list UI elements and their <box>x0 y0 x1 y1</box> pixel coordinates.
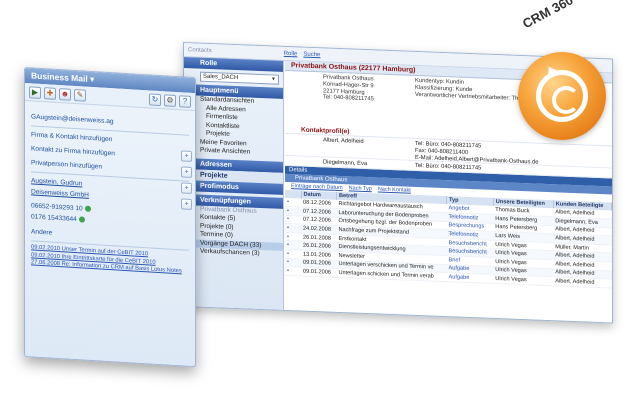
play-icon[interactable]: ▶ <box>29 85 41 99</box>
activities-table: Datum Betreff Typ Unsere Beteiligten Kun… <box>285 189 612 288</box>
crm-window-title: Contacts <box>188 46 212 54</box>
person-name: Albert, Adelheid <box>323 137 364 145</box>
tag-icon[interactable]: ✎ <box>74 88 86 102</box>
view-by-type-link[interactable]: Nach Typ <box>349 184 372 193</box>
add-icon[interactable]: ✚ <box>44 86 56 100</box>
table-cell: ▪ <box>285 266 301 276</box>
settings-icon[interactable]: ⚙ <box>164 93 176 107</box>
panel-body: GAugstein@deisenweiss.ag Firma & Kontakt… <box>25 101 195 281</box>
phone-icon[interactable] <box>78 216 85 223</box>
person-name: Diegelmann, Eva <box>323 159 368 168</box>
table-cell: 09.01.2006 <box>301 267 337 278</box>
table-cell: Aufgabe <box>446 272 494 284</box>
add-icon[interactable]: + <box>181 166 192 178</box>
crm-360-logo <box>518 52 606 140</box>
role-select[interactable]: Sales_DACH <box>200 71 279 85</box>
refresh-icon[interactable]: ↻ <box>149 92 161 106</box>
person-info: Tel: Büro: 040-808211745 <box>415 162 482 172</box>
table-cell: Albert, Adelheid <box>553 276 612 288</box>
view-by-contact-link[interactable]: Nach Kontakt <box>378 185 411 194</box>
side-icon-column: + + + + <box>181 150 192 210</box>
add-icon[interactable]: + <box>181 150 192 162</box>
add-icon[interactable]: + <box>181 182 192 194</box>
search-link[interactable]: Suche <box>303 51 320 58</box>
phone-text: 0176 15433644 <box>31 213 77 224</box>
crm-360-label: CRM 360° <box>520 0 581 32</box>
table-cell: Ulrich Vegas <box>493 274 554 286</box>
add-icon[interactable]: + <box>181 198 192 210</box>
firm-address-line: Tel: 040-808211745 <box>323 94 374 103</box>
crm-navigation: Rolle Sales_DACH Hauptmenü Standardansic… <box>184 57 284 310</box>
phone-icon[interactable] <box>84 205 91 213</box>
business-mail-panel: Business Mail ▾ ▶ ✚ ☻ ✎ ↻ ⚙ ? GAugstein@… <box>24 67 196 368</box>
help-icon[interactable]: ? <box>179 94 191 108</box>
contact-icon[interactable]: ☻ <box>59 87 71 101</box>
role-link[interactable]: Rolle <box>284 50 298 57</box>
sender-email[interactable]: GAugstein@deisenweiss.ag <box>31 111 189 131</box>
refresh-icon <box>536 70 588 122</box>
